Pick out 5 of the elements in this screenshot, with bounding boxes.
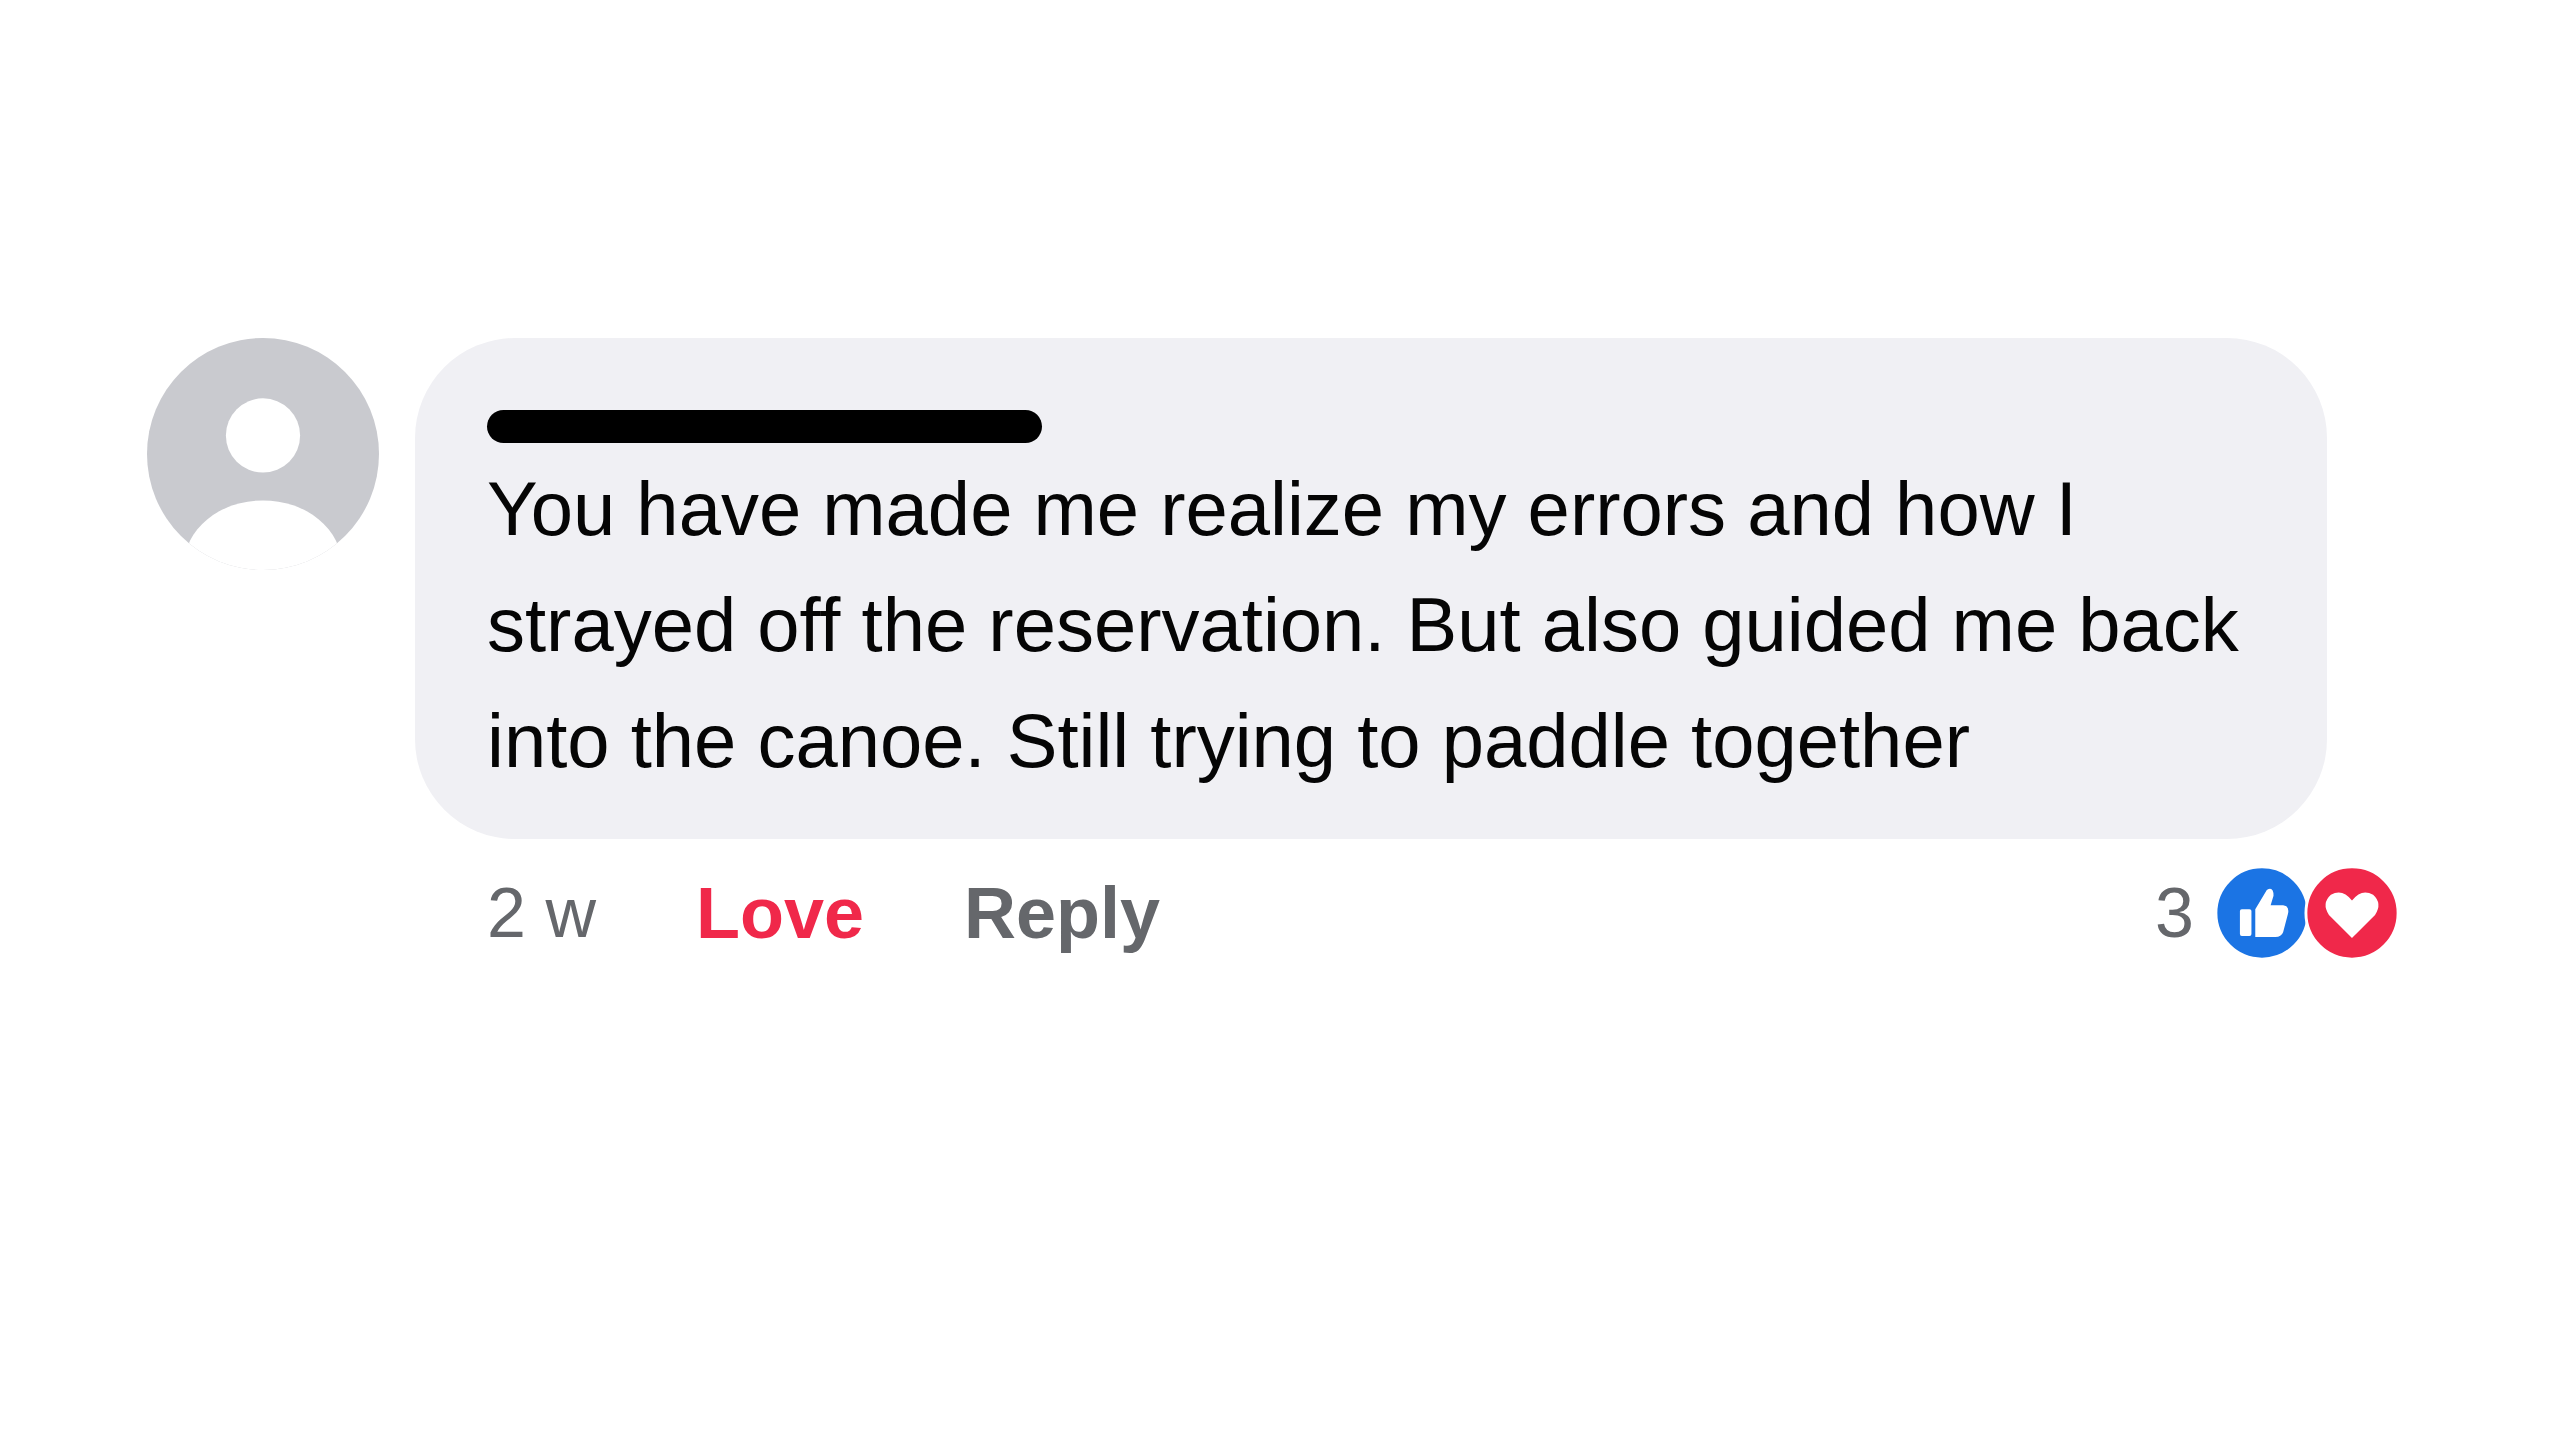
love-button[interactable]: Love bbox=[695, 872, 864, 954]
reaction-count: 3 bbox=[2155, 873, 2194, 953]
comment-text: You have made me realize my errors and how I strayed off the reservation. But also guided me back into the canoe. Still trying to paddle together bbox=[487, 465, 2240, 785]
reply-button[interactable]: Reply bbox=[964, 872, 1161, 954]
comment-time: 2 w bbox=[487, 873, 596, 953]
